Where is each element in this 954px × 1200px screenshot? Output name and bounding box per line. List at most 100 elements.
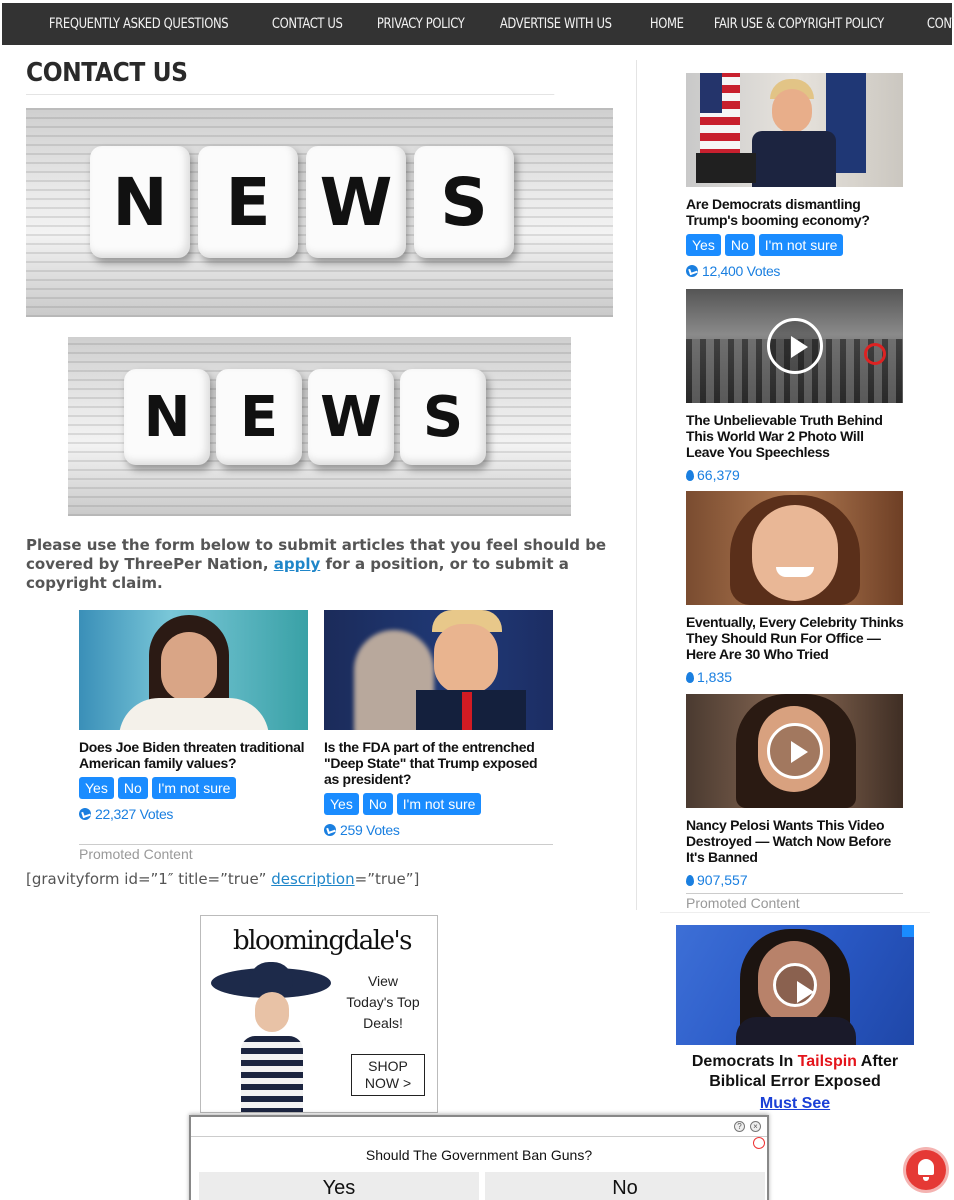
trend-icon <box>79 808 91 820</box>
sidebar-thumb[interactable] <box>686 289 903 403</box>
nav-home[interactable]: HOME <box>637 16 696 32</box>
engagement-count-text: 907,557 <box>697 872 748 888</box>
apply-link[interactable]: apply <box>274 555 321 573</box>
vote-count-text: 12,400 Votes <box>702 263 781 279</box>
engagement-count: 1,835 <box>686 669 904 685</box>
must-see-link[interactable]: Must See <box>676 1095 914 1113</box>
gravityform-shortcode: [gravityform id=”1″ title=”true” descrip… <box>26 870 419 888</box>
divider <box>79 844 553 845</box>
sidebar-card-pelosi[interactable]: Nancy Pelosi Wants This Video Destroyed … <box>686 694 904 888</box>
poll-options: Yes No <box>199 1172 765 1200</box>
nav-contact-us-2[interactable]: CONTACT US <box>914 16 954 32</box>
yes-button[interactable]: Yes <box>324 793 359 815</box>
promoted-card-biden[interactable]: Does Joe Biden threaten traditional Amer… <box>79 610 308 822</box>
sidebar-promoted-label: Promoted Content <box>686 895 800 911</box>
promoted-thumb[interactable] <box>79 610 308 730</box>
not-sure-button[interactable]: I'm not sure <box>396 793 482 815</box>
model-image <box>211 962 341 1112</box>
shop-now-button[interactable]: SHOP NOW > <box>351 1054 425 1096</box>
news-dice: N E W S <box>124 369 486 465</box>
vote-count-text: 22,327 Votes <box>95 806 174 822</box>
die-w: W <box>306 146 406 258</box>
die-e: E <box>198 146 298 258</box>
news-image-small: N E W S <box>68 337 571 516</box>
gform-text-before: [gravityform id=”1″ title=”true” <box>26 870 272 888</box>
headline-highlight: Tailspin <box>797 1053 857 1070</box>
vote-count: 12,400 Votes <box>686 263 904 279</box>
promoted-card-fda[interactable]: Is the FDA part of the entrenched "Deep … <box>324 610 553 838</box>
engagement-count-text: 1,835 <box>697 669 733 685</box>
gun-poll-popup: ? × Should The Government Ban Guns? Yes … <box>189 1115 769 1200</box>
close-icon[interactable]: × <box>750 1121 761 1132</box>
play-icon[interactable] <box>773 963 817 1007</box>
poll-no-button[interactable]: No <box>485 1172 765 1200</box>
not-sure-button[interactable]: I'm not sure <box>758 234 844 256</box>
promoted-question: Does Joe Biden threaten traditional Amer… <box>79 739 305 771</box>
yes-button[interactable]: Yes <box>686 234 721 256</box>
die-n: N <box>90 146 190 258</box>
engagement-count-text: 66,379 <box>697 467 740 483</box>
die-s: S <box>400 369 486 465</box>
intro-text: Please use the form below to submit arti… <box>26 536 616 593</box>
poll-question: Should The Government Ban Guns? <box>365 1147 593 1163</box>
poll-buttons: Yes No I'm not sure <box>324 793 553 815</box>
die-e: E <box>216 369 302 465</box>
sidebar-card-title: The Unbelievable Truth Behind This World… <box>686 412 883 460</box>
sidebar-thumb[interactable] <box>686 491 903 605</box>
bloomingdales-logo: bloomingdale's <box>233 926 412 956</box>
help-icon[interactable]: ? <box>734 1121 745 1132</box>
sidebar-divider <box>636 60 637 910</box>
die-n: N <box>124 369 210 465</box>
sidebar-thumb[interactable] <box>686 73 903 187</box>
news-image-large: N E W S <box>26 108 613 317</box>
no-button[interactable]: No <box>117 777 148 799</box>
engagement-count: 66,379 <box>686 467 904 483</box>
sidebar-video-ad[interactable] <box>676 925 914 1045</box>
bloomingdales-ad[interactable]: bloomingdale's View Today's Top Deals! S… <box>200 915 438 1113</box>
divider <box>686 893 903 894</box>
no-button[interactable]: No <box>362 793 393 815</box>
sidebar-card-celebrity[interactable]: Eventually, Every Celebrity Thinks They … <box>686 491 904 685</box>
nav-contact-us[interactable]: CONTACT US <box>259 16 355 32</box>
play-icon[interactable] <box>766 318 823 374</box>
poll-yes-button[interactable]: Yes <box>199 1172 479 1200</box>
not-sure-button[interactable]: I'm not sure <box>151 777 237 799</box>
engagement-count: 907,557 <box>686 872 904 888</box>
notification-bell-icon[interactable] <box>906 1150 946 1190</box>
nav-privacy-policy[interactable]: PRIVACY POLICY <box>364 16 477 32</box>
trend-icon <box>324 824 336 836</box>
flame-icon <box>686 874 694 886</box>
poll-buttons: Yes No I'm not sure <box>686 234 904 256</box>
headline-part: Democrats In <box>691 1053 798 1070</box>
news-dice: N E W S <box>90 146 514 258</box>
sidebar-card-title: Nancy Pelosi Wants This Video Destroyed … <box>686 817 892 865</box>
promoted-thumb[interactable] <box>324 610 553 730</box>
nav-advertise[interactable]: ADVERTISE WITH US <box>487 16 625 32</box>
play-icon[interactable] <box>766 723 823 779</box>
vote-count: 259 Votes <box>324 822 553 838</box>
sidebar-card-ww2[interactable]: The Unbelievable Truth Behind This World… <box>686 289 904 483</box>
sidebar-ad-headline[interactable]: Democrats In Tailspin After Biblical Err… <box>676 1052 914 1092</box>
description-link[interactable]: description <box>271 870 354 888</box>
vote-count: 22,327 Votes <box>79 806 308 822</box>
sidebar-card-title: Eventually, Every Celebrity Thinks They … <box>686 614 904 662</box>
no-button[interactable]: No <box>724 234 755 256</box>
vote-count-text: 259 Votes <box>340 822 400 838</box>
poll-check-icon <box>753 1137 765 1149</box>
sidebar-thumb[interactable] <box>686 694 903 808</box>
sidebar-poll-card[interactable]: Are Democrats dismantling Trump's boomin… <box>686 73 904 279</box>
flame-icon <box>686 469 694 481</box>
ad-tagline: View Today's Top Deals! <box>346 973 420 1031</box>
yes-button[interactable]: Yes <box>79 777 114 799</box>
die-s: S <box>414 146 514 258</box>
poll-buttons: Yes No I'm not sure <box>79 777 308 799</box>
die-w: W <box>308 369 394 465</box>
popup-titlebar: ? × <box>191 1117 767 1137</box>
flame-icon <box>686 671 694 683</box>
nav-faq[interactable]: FREQUENTLY ASKED QUESTIONS <box>36 16 241 32</box>
gform-text-after: =”true”] <box>354 870 420 888</box>
sidebar-poll-title: Are Democrats dismantling Trump's boomin… <box>686 196 870 228</box>
promoted-question: Is the FDA part of the entrenched "Deep … <box>324 739 538 787</box>
nav-fair-use[interactable]: FAIR USE & COPYRIGHT POLICY <box>701 16 897 32</box>
promoted-content-label: Promoted Content <box>79 846 193 862</box>
